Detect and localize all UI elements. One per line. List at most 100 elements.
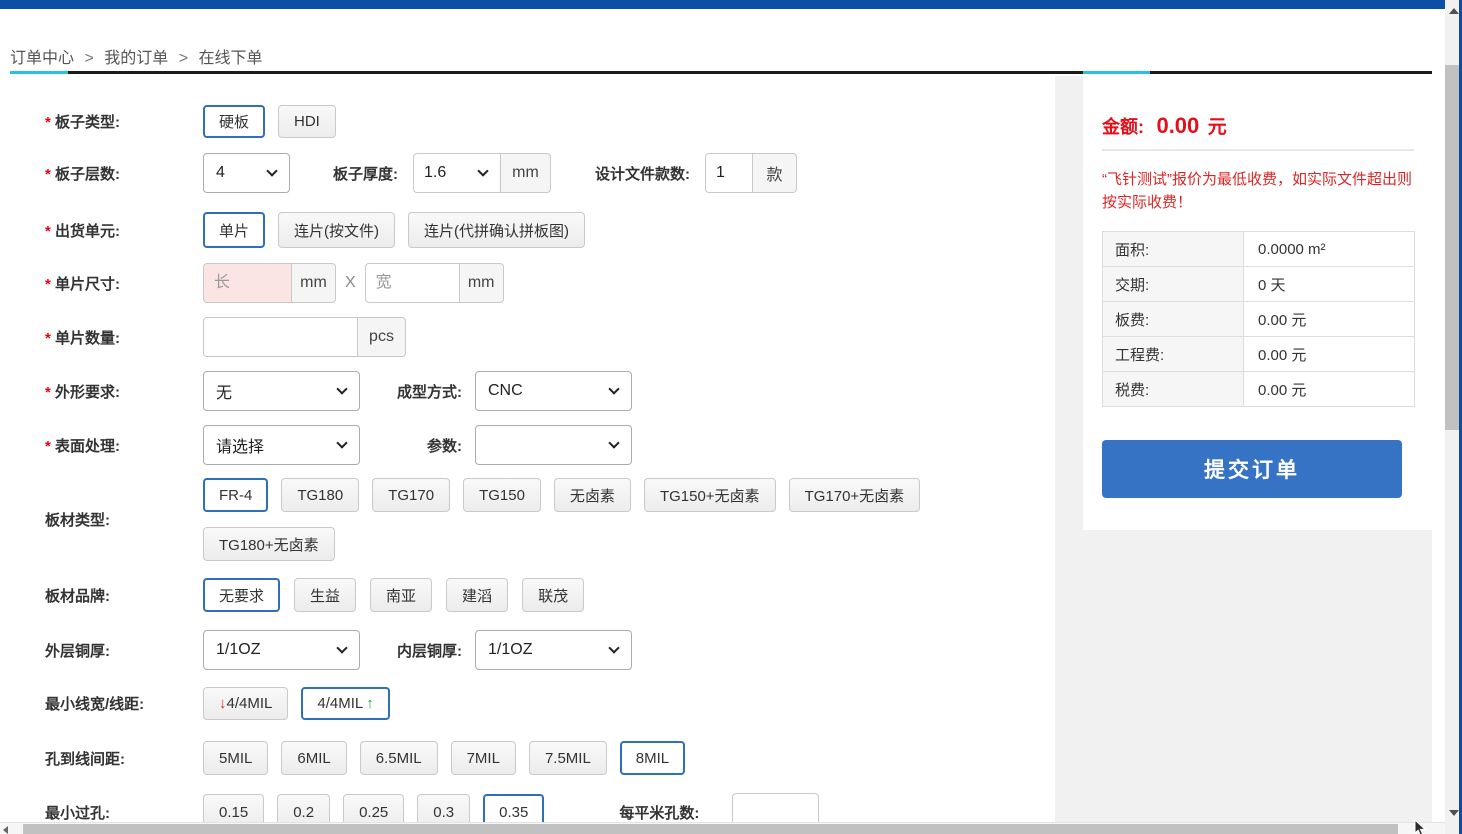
- price-summary-panel: 金额: 0.00 元 “飞针测试”报价为最低收费，如实际文件超出则 按实际收费！…: [1083, 75, 1432, 530]
- hole-to-line-option-5mil[interactable]: 5MIL: [203, 741, 268, 775]
- design-files-unit-addon: 款: [753, 153, 797, 193]
- layers-select-value: 4: [216, 164, 225, 182]
- submit-order-button[interactable]: 提交订单: [1102, 440, 1402, 498]
- forming-select-value: CNC: [488, 382, 523, 400]
- surface-select-value: 请选择: [216, 433, 264, 457]
- amount-label: 金额:: [1102, 117, 1144, 137]
- hole-to-line-option-7-5mil[interactable]: 7.5MIL: [529, 741, 607, 775]
- chevron-down-icon: [608, 642, 619, 653]
- tax-label: 税费:: [1103, 372, 1244, 407]
- inner-copper-select-value: 1/1OZ: [488, 641, 532, 659]
- board-type-option-hdi[interactable]: HDI: [278, 105, 336, 138]
- notice-line-2: 按实际收费！: [1102, 192, 1427, 215]
- material-type-option-tg180-hf[interactable]: TG180+无卤素: [203, 527, 335, 561]
- outer-copper-select[interactable]: 1/1OZ: [203, 630, 360, 670]
- row-min-trace: 最小线宽/线距: ↓4/4MIL 4/4MIL↑: [0, 687, 1057, 720]
- notice-line-1: “飞针测试”报价为最低收费，如实际文件超出则: [1102, 169, 1427, 192]
- inner-copper-label: 内层铜厚:: [360, 640, 462, 661]
- hole-to-line-option-7mil[interactable]: 7MIL: [451, 741, 516, 775]
- horizontal-scrollbar-thumb[interactable]: [23, 824, 1398, 834]
- row-ship-unit: 出货单元: 单片 连片(按文件) 连片(代拼确认拼板图): [0, 212, 1057, 248]
- row-material-type: 板材类型: FR-4 TG180 TG170 TG150 无卤素 TG150+无…: [0, 478, 1057, 561]
- hole-to-line-option-8mil[interactable]: 8MIL: [620, 741, 685, 775]
- material-brand-option-nanya[interactable]: 南亚: [370, 578, 432, 612]
- outer-copper-select-value: 1/1OZ: [216, 641, 260, 659]
- online-order-page: { "colors": { "topbar_blue": "#0b4fa7", …: [0, 0, 1462, 834]
- quantity-unit-addon: pcs: [358, 317, 406, 357]
- row-outline: 外形要求: 无 成型方式: CNC: [0, 371, 1057, 411]
- tax-value: 0.00 元: [1244, 372, 1415, 407]
- width-input[interactable]: [365, 263, 460, 303]
- material-brand-option-kingboard[interactable]: 建滔: [446, 578, 508, 612]
- layers-select[interactable]: 4: [203, 153, 290, 193]
- min-trace-option-up[interactable]: 4/4MIL↑: [301, 687, 389, 720]
- material-type-option-halogen-free[interactable]: 无卤素: [554, 478, 631, 512]
- row-copper: 外层铜厚: 1/1OZ 内层铜厚: 1/1OZ: [0, 630, 1057, 670]
- leadtime-value: 0 天: [1244, 267, 1415, 302]
- thickness-select[interactable]: 1.6: [413, 153, 501, 193]
- hole-to-line-option-6-5mil[interactable]: 6.5MIL: [360, 741, 438, 775]
- surface-select[interactable]: 请选择: [203, 425, 360, 465]
- min-trace-option-down[interactable]: ↓4/4MIL: [203, 687, 288, 720]
- outline-select[interactable]: 无: [203, 371, 360, 411]
- forming-select[interactable]: CNC: [475, 371, 632, 411]
- inner-copper-select[interactable]: 1/1OZ: [475, 630, 632, 670]
- board-fee-value: 0.00 元: [1244, 302, 1415, 337]
- outline-label: 外形要求:: [0, 381, 203, 402]
- material-type-option-tg150[interactable]: TG150: [463, 478, 541, 512]
- chevron-down-icon: [266, 165, 277, 176]
- material-brand-option-any[interactable]: 无要求: [203, 578, 280, 612]
- ship-unit-option-panel-confirm[interactable]: 连片(代拼确认拼板图): [408, 212, 585, 248]
- quantity-label: 单片数量:: [0, 327, 203, 348]
- row-board-type: 板子类型: 硬板 HDI: [0, 105, 1057, 138]
- hole-to-line-option-6mil[interactable]: 6MIL: [281, 741, 346, 775]
- breadcrumb-separator: >: [84, 50, 93, 67]
- amount-unit: 元: [1208, 117, 1227, 138]
- chevron-down-icon: [336, 383, 347, 394]
- table-row-area: 面积: 0.0000 m²: [1103, 232, 1415, 267]
- size-separator: X: [345, 274, 356, 292]
- board-type-label: 板子类型:: [0, 111, 203, 132]
- amount-divider: [1102, 149, 1414, 151]
- ship-unit-label: 出货单元:: [0, 220, 203, 241]
- param-select[interactable]: [475, 425, 632, 465]
- material-type-option-tg170[interactable]: TG170: [372, 478, 450, 512]
- scroll-left-icon[interactable]: [3, 826, 8, 834]
- size-label: 单片尺寸:: [0, 273, 203, 294]
- horizontal-scrollbar[interactable]: [0, 822, 1445, 834]
- chevron-down-icon: [336, 437, 347, 448]
- material-type-option-fr4[interactable]: FR-4: [203, 478, 268, 512]
- param-label: 参数:: [360, 435, 462, 456]
- row-size: 单片尺寸: mm X mm: [0, 263, 1057, 303]
- breadcrumb-my-orders[interactable]: 我的订单: [104, 50, 168, 67]
- scroll-up-icon[interactable]: [1449, 8, 1459, 14]
- material-type-label: 板材类型:: [0, 509, 203, 530]
- leadtime-label: 交期:: [1103, 267, 1244, 302]
- length-input[interactable]: [203, 263, 292, 303]
- breadcrumb-order-center[interactable]: 订单中心: [10, 50, 74, 67]
- board-type-option-rigid[interactable]: 硬板: [203, 105, 265, 138]
- scroll-down-icon[interactable]: [1449, 810, 1459, 816]
- row-hole-to-line: 孔到线间距: 5MIL 6MIL 6.5MIL 7MIL 7.5MIL 8MIL: [0, 741, 1057, 775]
- table-row-leadtime: 交期: 0 天: [1103, 267, 1415, 302]
- outer-copper-label: 外层铜厚:: [0, 640, 203, 661]
- material-brand-option-shengyi[interactable]: 生益: [294, 578, 356, 612]
- min-via-label: 最小过孔:: [0, 802, 203, 823]
- quantity-input[interactable]: [203, 317, 358, 357]
- breadcrumb-separator: >: [179, 50, 188, 67]
- surface-label: 表面处理:: [0, 435, 203, 456]
- material-brand-option-itequ[interactable]: 联茂: [522, 578, 584, 612]
- arrow-up-icon: ↑: [366, 695, 374, 712]
- material-type-option-tg180[interactable]: TG180: [281, 478, 359, 512]
- ship-unit-option-single[interactable]: 单片: [203, 212, 265, 248]
- material-type-option-tg150-hf[interactable]: TG150+无卤素: [644, 478, 776, 512]
- mouse-cursor: [1414, 820, 1427, 834]
- amount-value: 0.00: [1156, 113, 1199, 138]
- row-material-brand: 板材品牌: 无要求 生益 南亚 建滔 联茂: [0, 578, 1057, 612]
- breadcrumb: 订单中心 > 我的订单 > 在线下单: [10, 44, 269, 68]
- chevron-down-icon: [608, 437, 619, 448]
- thickness-unit-addon: mm: [501, 153, 551, 193]
- design-files-input[interactable]: [705, 153, 753, 193]
- material-type-option-tg170-hf[interactable]: TG170+无卤素: [789, 478, 921, 512]
- ship-unit-option-panel-by-file[interactable]: 连片(按文件): [278, 212, 395, 248]
